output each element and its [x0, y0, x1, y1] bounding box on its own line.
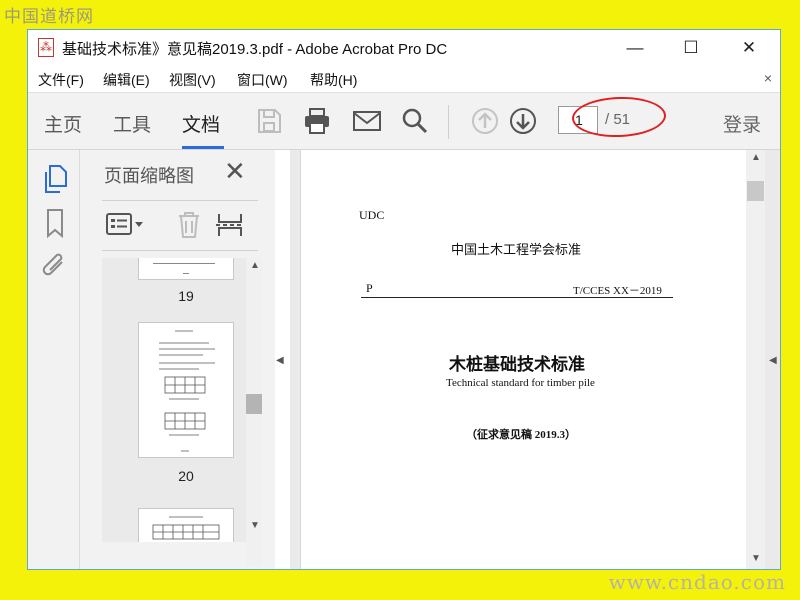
save-icon[interactable] [254, 106, 284, 136]
thumbnail-vertical-scrollbar[interactable]: ▲ ▼ [246, 258, 262, 566]
scroll-up-arrow[interactable]: ▲ [751, 152, 761, 163]
scroll-down-arrow[interactable]: ▼ [751, 553, 761, 564]
thumbnail-label: 20 [178, 468, 194, 484]
thumbnail-page-content [159, 330, 215, 452]
menu-help[interactable]: 帮助(H) [310, 70, 357, 90]
scroll-thumb[interactable] [747, 181, 764, 201]
scroll-thumb[interactable] [246, 394, 262, 414]
menu-bar: 文件(F) 编辑(E) 视图(V) 窗口(W) 帮助(H) × [28, 66, 780, 92]
red-highlight-ellipse [571, 95, 667, 139]
toolbar: 主页 工具 文档 1 / 51 登录 [28, 92, 780, 150]
thumbnail-page-20[interactable] [138, 322, 234, 458]
watermark-bottom: www.cndao.com [608, 570, 786, 594]
panel-title: 页面缩略图 [104, 166, 194, 186]
doc-title-cn: 木桩基础技术标准 [449, 355, 585, 374]
page-down-icon[interactable] [508, 106, 538, 136]
page-thumbnails-icon[interactable] [42, 164, 68, 194]
print-icon[interactable] [302, 106, 332, 136]
pdf-file-icon: ⁂ [38, 38, 54, 57]
tab-tools[interactable]: 工具 [113, 110, 151, 137]
panel-divider [102, 200, 258, 201]
doc-draft-note: （征求意见稿 2019.3） [466, 429, 576, 441]
window-title: 基础技术标准》意见稿2019.3.pdf - Adobe Acrobat Pro… [62, 41, 448, 58]
thumbnail-list: 19 20 [102, 258, 246, 542]
active-tab-indicator [182, 146, 224, 149]
doc-code: T/CCES XX－2019 [573, 285, 662, 297]
bookmark-icon[interactable] [44, 208, 66, 238]
collapse-panel-arrow[interactable]: ◀ [276, 355, 284, 366]
thumbnail-page-19[interactable] [138, 258, 234, 280]
doc-udc: UDC [359, 208, 385, 222]
doc-org-standard: 中国土木工程学会标准 [451, 242, 582, 257]
watermark-top: 中国道桥网 [4, 7, 94, 27]
menu-window[interactable]: 窗口(W) [237, 70, 288, 90]
menu-file[interactable]: 文件(F) [38, 70, 84, 90]
scroll-up-arrow[interactable]: ▲ [250, 260, 260, 271]
email-icon[interactable] [352, 106, 382, 136]
acrobat-window: ⁂ 基础技术标准》意见稿2019.3.pdf - Adobe Acrobat P… [27, 29, 781, 570]
document-view: UDC 中国土木工程学会标准 P T/CCES XX－2019 木桩基础技术标准… [290, 150, 780, 569]
panel-close-button[interactable]: ✕ [224, 156, 246, 187]
thumbnail-panel: 页面缩略图 ✕ 19 20 ▲ ▼ [80, 150, 275, 569]
scroll-down-arrow[interactable]: ▼ [250, 520, 260, 531]
tab-home[interactable]: 主页 [44, 110, 82, 137]
thumbnail-page-content [152, 516, 220, 540]
thumbnail-label: 19 [178, 288, 194, 304]
toolbar-divider [448, 105, 449, 139]
search-icon[interactable] [400, 106, 430, 136]
tab-document[interactable]: 文档 [182, 110, 220, 137]
thumbnail-page-21[interactable] [138, 508, 234, 542]
doc-title-en: Technical standard for timber pile [446, 377, 595, 389]
extract-page-icon[interactable] [216, 210, 244, 240]
page-up-icon[interactable] [470, 106, 500, 136]
login-button[interactable]: 登录 [723, 110, 761, 137]
close-document-button[interactable]: × [764, 70, 772, 86]
doc-rule [361, 297, 673, 298]
menu-edit[interactable]: 编辑(E) [103, 70, 150, 90]
panel-divider [102, 250, 258, 251]
maximize-button[interactable]: ☐ [668, 30, 714, 66]
left-navigation-strip [28, 150, 80, 569]
document-vertical-scrollbar[interactable]: ▲ ▼ [746, 150, 765, 569]
minimize-button[interactable]: — [612, 30, 658, 66]
doc-p: P [366, 281, 373, 295]
close-window-button[interactable]: ✕ [726, 30, 772, 66]
delete-page-icon[interactable] [176, 210, 202, 240]
expand-right-pane-arrow[interactable]: ◀ [769, 355, 777, 366]
pdf-page: UDC 中国土木工程学会标准 P T/CCES XX－2019 木桩基础技术标准… [300, 150, 746, 569]
thumbnail-options-icon[interactable] [106, 212, 146, 238]
menu-view[interactable]: 视图(V) [169, 70, 216, 90]
title-bar: ⁂ 基础技术标准》意见稿2019.3.pdf - Adobe Acrobat P… [28, 30, 780, 66]
attachment-icon[interactable] [42, 252, 68, 282]
